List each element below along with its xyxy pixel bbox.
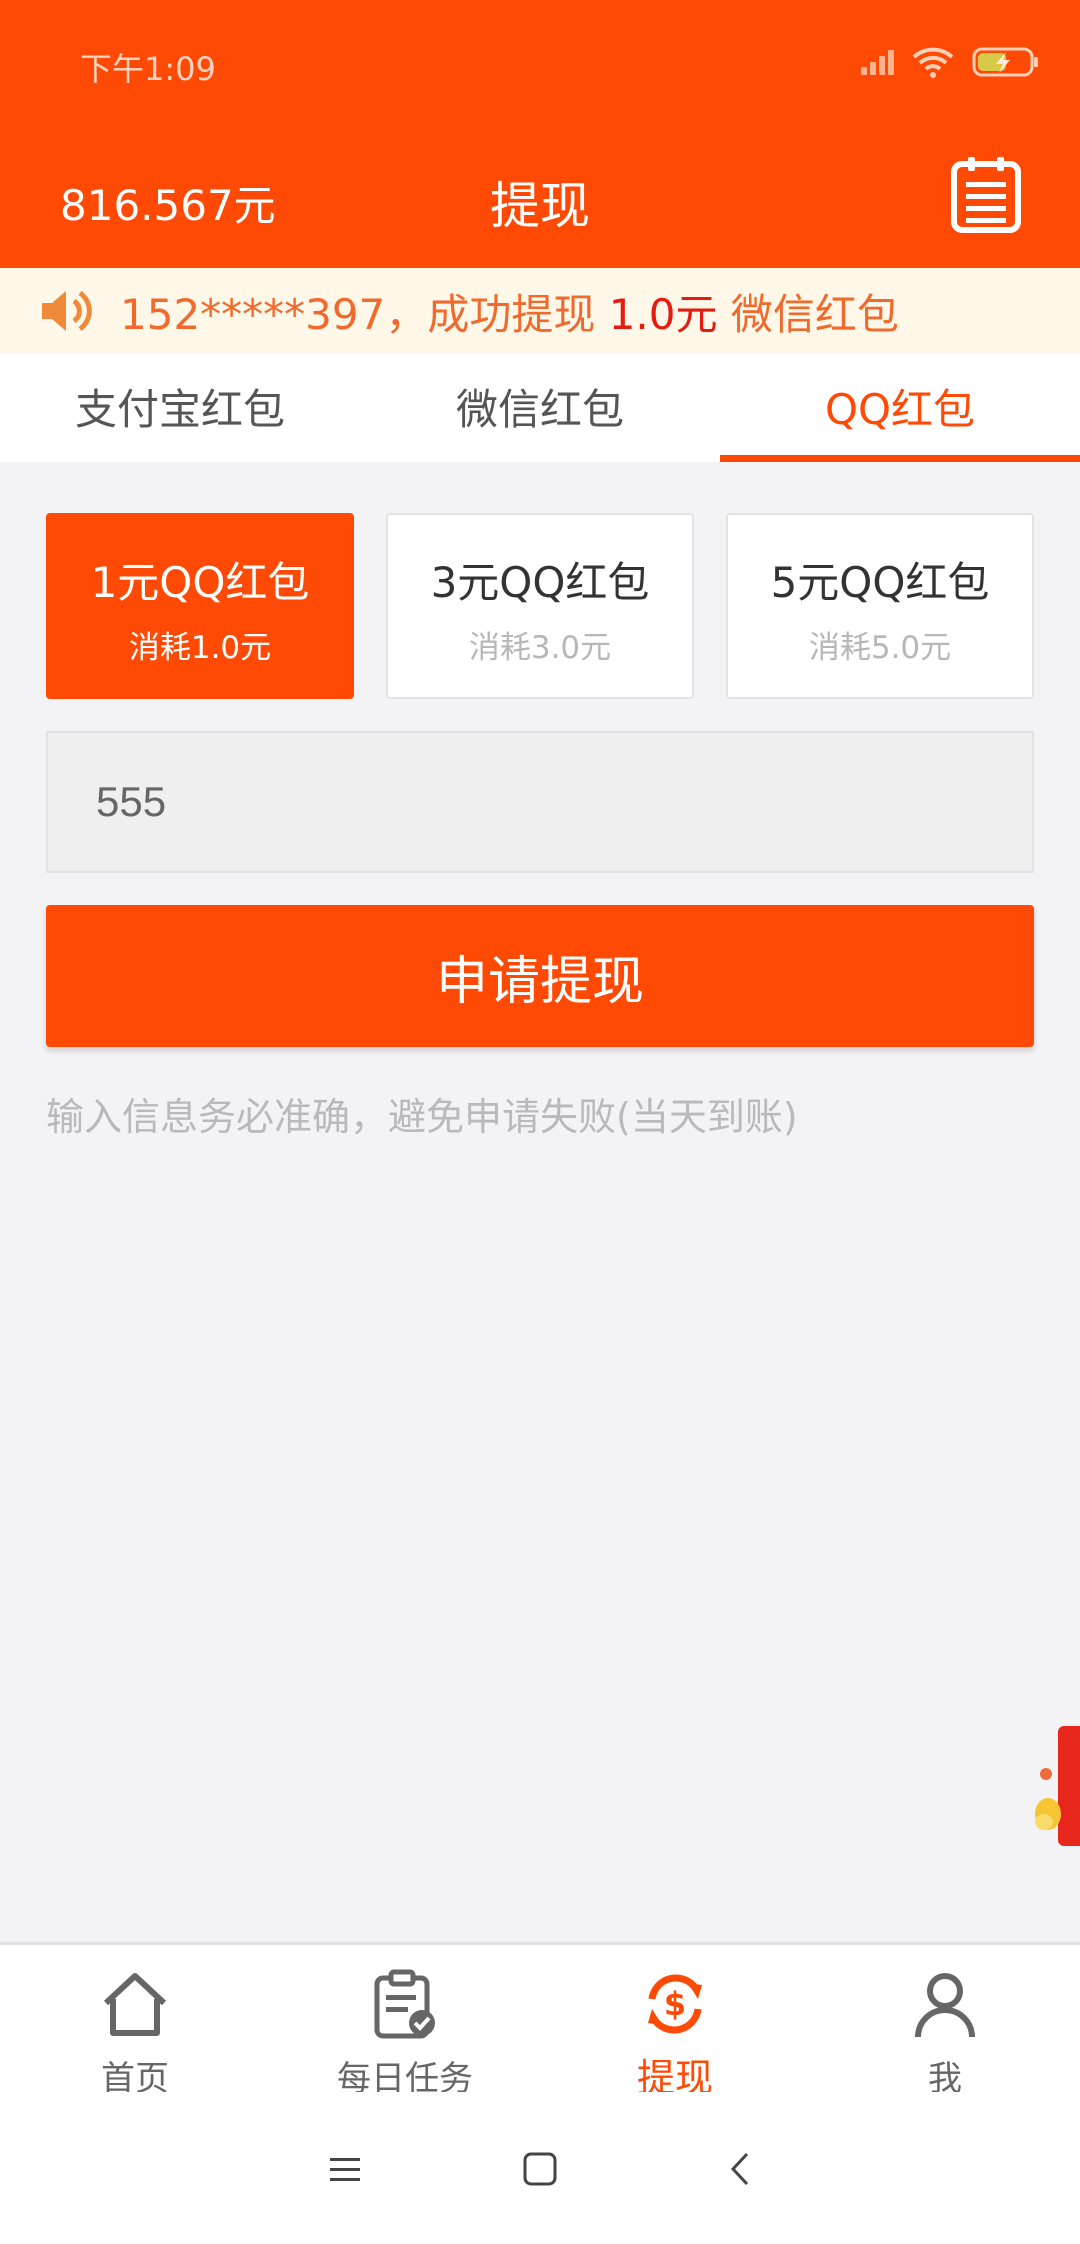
svg-text:$: $	[664, 1985, 686, 2023]
tab-qq[interactable]: QQ红包	[720, 354, 1080, 462]
wifi-icon	[912, 46, 954, 78]
option-name: 5元QQ红包	[770, 558, 990, 607]
person-icon	[915, 1973, 975, 2038]
nav-home[interactable]: 首页	[0, 1945, 270, 2099]
notice-text: 152*****397，成功提现 1.0元 微信红包	[120, 281, 899, 342]
bottom-nav: 首页 每日任务 $ 提现 我	[0, 1942, 1080, 2100]
home-square-icon[interactable]	[515, 2144, 565, 2194]
signal-icon	[861, 49, 894, 75]
account-input[interactable]	[46, 731, 1034, 873]
option-name: 1元QQ红包	[90, 558, 310, 607]
notice-amount: 1.0元	[608, 289, 718, 339]
withdraw-notice-bar: 152*****397，成功提现 1.0元 微信红包	[0, 268, 1080, 354]
option-cost: 消耗1.0元	[128, 630, 272, 666]
nav-me[interactable]: 我	[810, 1945, 1080, 2099]
system-nav-bar	[0, 2092, 1080, 2244]
tab-wechat[interactable]: 微信红包	[360, 354, 720, 462]
option-cost: 消耗3.0元	[468, 630, 612, 666]
option-5yuan[interactable]: 5元QQ红包 消耗5.0元	[726, 513, 1034, 699]
notice-prefix: 152*****397，成功提现	[120, 289, 609, 339]
clipboard-check-icon	[374, 1969, 435, 2039]
option-name: 3元QQ红包	[430, 558, 650, 607]
floating-redpacket-icon[interactable]	[1032, 1722, 1080, 1852]
tab-alipay[interactable]: 支付宝红包	[0, 354, 360, 462]
status-icons	[861, 46, 1040, 78]
records-button[interactable]	[950, 154, 1022, 234]
dollar-refresh-icon: $	[648, 1974, 702, 2034]
option-cost: 消耗5.0元	[808, 630, 952, 666]
home-icon	[103, 1973, 167, 2036]
option-3yuan[interactable]: 3元QQ红包 消耗3.0元	[386, 513, 694, 699]
nav-daily-tasks[interactable]: 每日任务	[270, 1945, 540, 2099]
status-bar: 下午1:09	[0, 0, 1080, 128]
speaker-icon	[42, 290, 92, 332]
battery-icon	[972, 47, 1040, 77]
nav-withdraw[interactable]: $ 提现	[540, 1945, 810, 2100]
menu-icon[interactable]	[320, 2144, 370, 2194]
records-icon	[951, 157, 1021, 233]
option-1yuan[interactable]: 1元QQ红包 消耗1.0元	[46, 513, 354, 699]
back-icon[interactable]	[715, 2144, 765, 2194]
status-time: 下午1:09	[80, 50, 216, 88]
hint-text: 输入信息务必准确，避免申请失败(当天到账)	[46, 1095, 798, 1139]
redpacket-type-tabs: 支付宝红包 微信红包 QQ红包	[0, 354, 1080, 462]
amount-options: 1元QQ红包 消耗1.0元 3元QQ红包 消耗3.0元 5元QQ红包 消耗5.0…	[46, 513, 1034, 699]
notice-suffix: 微信红包	[717, 289, 899, 339]
page-title: 提现	[490, 177, 590, 235]
app-header: 816.567元 提现	[0, 128, 1080, 268]
apply-withdraw-button[interactable]: 申请提现	[46, 905, 1034, 1047]
